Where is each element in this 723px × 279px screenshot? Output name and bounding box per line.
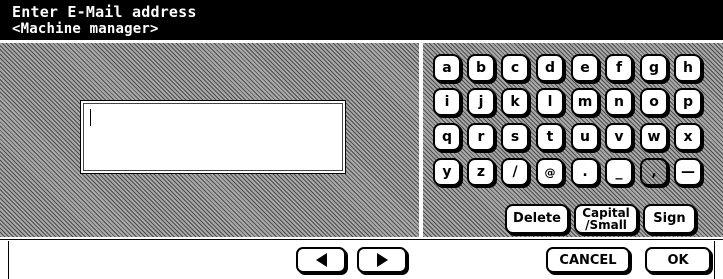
key-x[interactable]: x <box>674 123 702 151</box>
text-cursor <box>90 109 91 126</box>
key-g[interactable]: g <box>640 54 668 82</box>
key-w[interactable]: w <box>640 123 668 151</box>
key-p[interactable]: p <box>674 88 702 116</box>
key-symbol[interactable]: / <box>501 158 529 186</box>
bottom-divider <box>714 241 715 279</box>
key-symbol[interactable]: . <box>571 158 599 186</box>
key-r[interactable]: r <box>467 123 495 151</box>
email-input-field[interactable] <box>80 100 346 174</box>
key-h[interactable]: h <box>674 54 702 82</box>
key-v[interactable]: v <box>605 123 633 151</box>
arrow-right-icon <box>376 253 388 267</box>
key-z[interactable]: z <box>467 158 495 186</box>
key-o[interactable]: o <box>640 88 668 116</box>
key-q[interactable]: q <box>433 123 461 151</box>
bottom-bar: CANCEL OK <box>0 239 723 279</box>
screen-title: Enter E-Mail address <box>12 3 197 21</box>
key-c[interactable]: c <box>501 54 529 82</box>
title-bar: Enter E-Mail address <Machine manager> <box>0 0 723 40</box>
key-symbol[interactable]: , <box>640 158 668 186</box>
key-b[interactable]: b <box>467 54 495 82</box>
delete-button[interactable]: Delete <box>505 204 569 234</box>
email-entry-screen: Enter E-Mail address <Machine manager> a… <box>0 0 723 279</box>
key-a[interactable]: a <box>433 54 461 82</box>
key-e[interactable]: e <box>571 54 599 82</box>
sign-button[interactable]: Sign <box>643 204 696 234</box>
key-n[interactable]: n <box>605 88 633 116</box>
capital-small-button[interactable]: Capital /Small <box>574 204 638 234</box>
key-f[interactable]: f <box>605 54 633 82</box>
key-y[interactable]: y <box>433 158 461 186</box>
input-pane <box>0 43 419 237</box>
key-d[interactable]: d <box>536 54 564 82</box>
arrow-left-icon <box>315 253 327 267</box>
key-symbol[interactable]: — <box>674 158 702 186</box>
key-m[interactable]: m <box>571 88 599 116</box>
key-l[interactable]: l <box>536 88 564 116</box>
key-k[interactable]: k <box>501 88 529 116</box>
bottom-divider <box>8 241 9 279</box>
keyboard-pane: a b c d e f g h i j k l m n o p q r s t u v w x y z / @. _, — Delete … <box>423 43 723 237</box>
key-symbol[interactable]: _ <box>605 158 633 186</box>
key-u[interactable]: u <box>571 123 599 151</box>
key-s[interactable]: s <box>501 123 529 151</box>
screen-subtitle: <Machine manager> <box>12 21 159 37</box>
cancel-button[interactable]: CANCEL <box>546 247 630 273</box>
prev-button[interactable] <box>296 247 346 273</box>
key-j[interactable]: j <box>467 88 495 116</box>
key-symbol[interactable]: @ <box>536 158 564 186</box>
next-button[interactable] <box>357 247 407 273</box>
key-t[interactable]: t <box>536 123 564 151</box>
key-i[interactable]: i <box>433 88 461 116</box>
ok-button[interactable]: OK <box>645 247 711 273</box>
